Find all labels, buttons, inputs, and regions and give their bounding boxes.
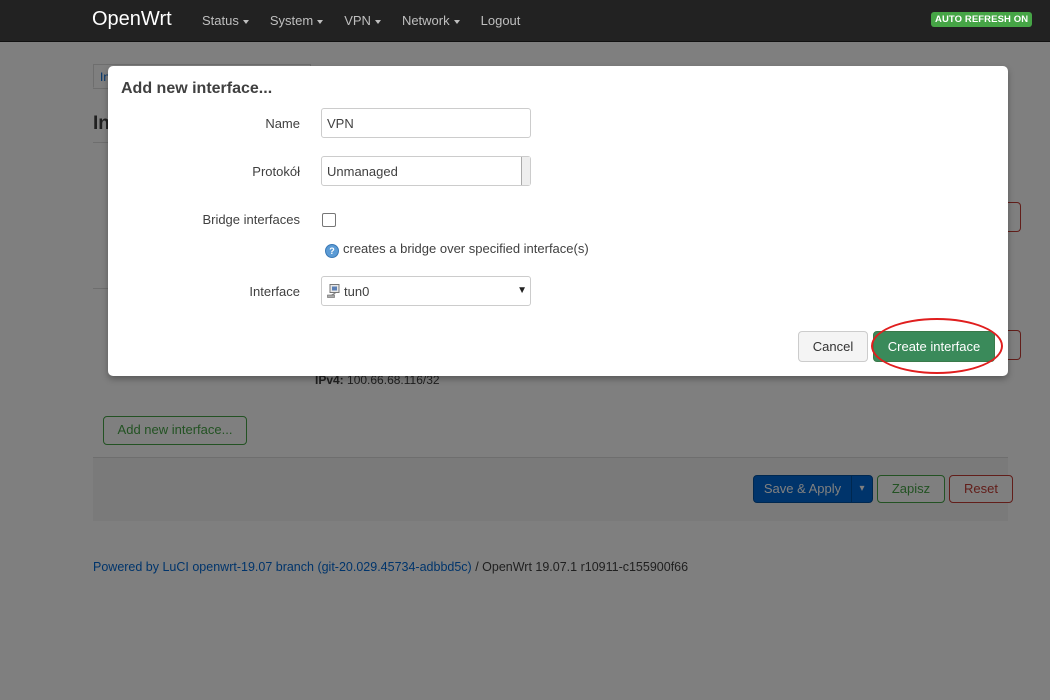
caret-down-icon bbox=[317, 19, 324, 24]
menu-logout[interactable]: Logout bbox=[481, 13, 521, 28]
cancel-button[interactable]: Cancel bbox=[798, 331, 868, 362]
caret-down-icon bbox=[453, 19, 460, 24]
menu-logout-label: Logout bbox=[480, 13, 521, 28]
caret-down-icon bbox=[374, 19, 381, 24]
network-interface-icon bbox=[327, 284, 340, 298]
dropdown-arrow-icon: ▼ bbox=[517, 285, 527, 296]
bridge-label: Bridge interfaces bbox=[202, 212, 300, 227]
auto-refresh-badge[interactable]: AUTO REFRESH ON bbox=[931, 12, 1033, 27]
interface-value: tun0 bbox=[344, 284, 370, 299]
select-scrollbar bbox=[521, 157, 530, 185]
menu-network-label: Network bbox=[401, 13, 450, 28]
bridge-help: ? creates a bridge over specified interfa… bbox=[325, 241, 589, 258]
help-icon: ? bbox=[325, 244, 339, 258]
menu-system-label: System bbox=[269, 13, 314, 28]
protocol-select[interactable]: Unmanaged bbox=[321, 156, 531, 186]
modal-title: Add new interface... bbox=[121, 80, 273, 97]
menu-vpn[interactable]: VPN bbox=[344, 13, 381, 28]
main-menu: Status System VPN Network Logout bbox=[202, 13, 541, 28]
bridge-help-text: creates a bridge over specified interfac… bbox=[343, 241, 589, 256]
caret-down-icon bbox=[242, 19, 249, 24]
top-navbar: OpenWrt Status System VPN Network Logout… bbox=[0, 0, 1050, 42]
menu-status[interactable]: Status bbox=[202, 13, 249, 28]
add-interface-modal: Add new interface... Name Protokół Unman… bbox=[108, 66, 1008, 376]
highlight-annotation bbox=[871, 318, 1003, 374]
name-label: Name bbox=[265, 116, 300, 131]
protocol-value: Unmanaged bbox=[327, 164, 398, 179]
menu-system[interactable]: System bbox=[269, 13, 324, 28]
bridge-checkbox[interactable] bbox=[322, 213, 336, 227]
menu-vpn-label: VPN bbox=[344, 13, 371, 28]
interface-label: Interface bbox=[249, 284, 300, 299]
menu-network[interactable]: Network bbox=[402, 13, 460, 28]
interface-select[interactable]: tun0 ▼ bbox=[321, 276, 531, 306]
name-input[interactable] bbox=[321, 108, 531, 138]
protocol-label: Protokół bbox=[252, 164, 300, 179]
menu-status-label: Status bbox=[202, 13, 239, 28]
brand-logo[interactable]: OpenWrt bbox=[92, 8, 172, 31]
